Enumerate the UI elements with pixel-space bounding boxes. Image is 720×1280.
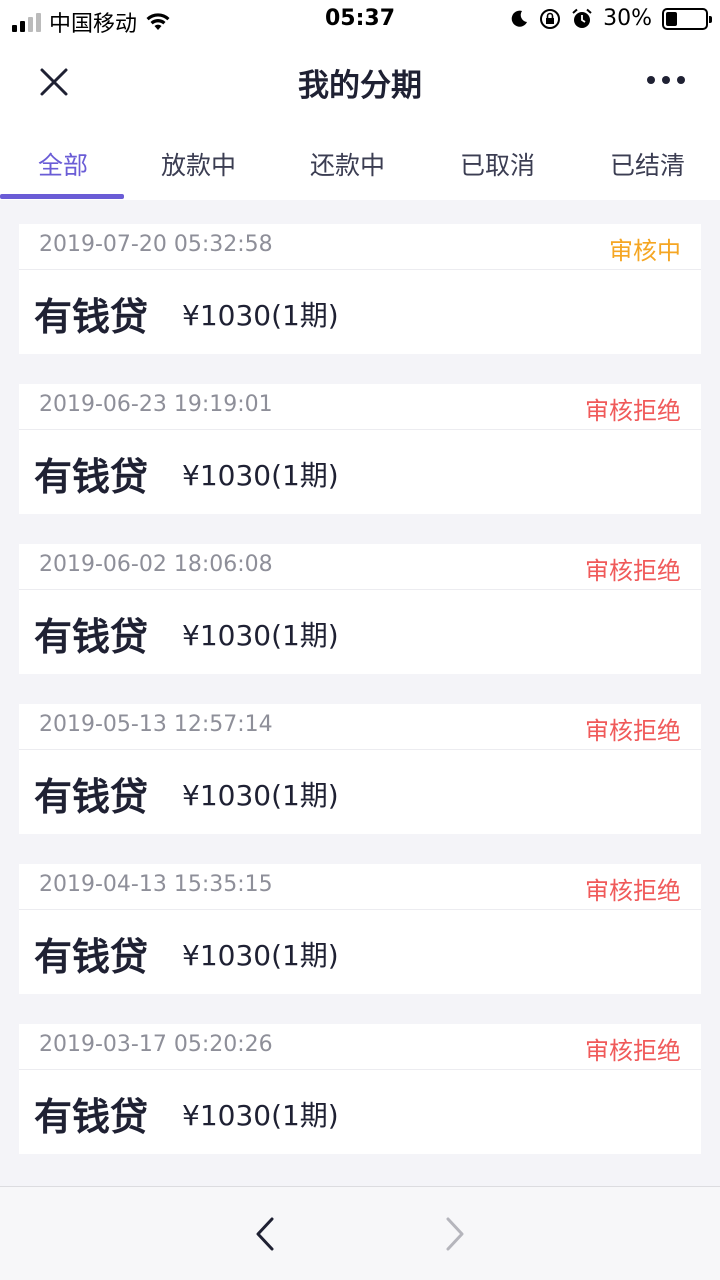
product-name: 有钱贷 [34, 935, 149, 979]
tab-cancelled[interactable]: 已取消 [460, 146, 535, 182]
orientation-lock-icon [540, 8, 561, 29]
more-icon[interactable] [642, 60, 690, 100]
loan-amount: ¥1030(1期) [182, 619, 339, 652]
order-date: 2019-04-13 15:35:15 [39, 872, 273, 897]
list-item[interactable]: 2019-04-13 15:35:15 审核拒绝 有钱贷 ¥1030(1期) [19, 864, 701, 994]
product-name: 有钱贷 [34, 1095, 149, 1139]
status-badge: 审核中 [609, 237, 681, 265]
list-item[interactable]: 2019-06-23 19:19:01 审核拒绝 有钱贷 ¥1030(1期) [19, 384, 701, 514]
card-header: 2019-04-13 15:35:15 审核拒绝 [19, 864, 701, 910]
loan-amount: ¥1030(1期) [182, 939, 339, 972]
battery-percent: 30% [603, 6, 652, 31]
status-badge: 审核拒绝 [585, 1037, 681, 1065]
status-badge: 审核拒绝 [585, 877, 681, 905]
active-tab-indicator [0, 194, 124, 199]
status-badge: 审核拒绝 [585, 557, 681, 585]
loan-amount: ¥1030(1期) [182, 459, 339, 492]
card-header: 2019-05-13 12:57:14 审核拒绝 [19, 704, 701, 750]
tab-disbursing[interactable]: 放款中 [161, 146, 236, 182]
product-name: 有钱贷 [34, 295, 149, 339]
tab-all[interactable]: 全部 [38, 146, 88, 182]
product-name: 有钱贷 [34, 455, 149, 499]
status-badge: 审核拒绝 [585, 717, 681, 745]
list-item[interactable]: 2019-06-02 18:06:08 审核拒绝 有钱贷 ¥1030(1期) [19, 544, 701, 674]
tab-repaying[interactable]: 还款中 [310, 146, 385, 182]
card-header: 2019-03-17 05:20:26 审核拒绝 [19, 1024, 701, 1070]
order-date: 2019-06-23 19:19:01 [39, 392, 273, 417]
loan-amount: ¥1030(1期) [182, 779, 339, 812]
order-date: 2019-07-20 05:32:58 [39, 232, 273, 257]
browser-bottom-bar [0, 1186, 720, 1280]
card-body: 有钱贷 ¥1030(1期) [19, 430, 701, 514]
page-title: 我的分期 [298, 68, 422, 104]
moon-icon [511, 10, 528, 27]
nav-bar: 我的分期 [0, 40, 720, 122]
loan-amount: ¥1030(1期) [182, 299, 339, 332]
status-right: 30% [509, 6, 712, 31]
order-date: 2019-05-13 12:57:14 [39, 712, 273, 737]
chevron-left-icon[interactable] [240, 1209, 290, 1259]
list-item[interactable]: 2019-03-17 05:20:26 审核拒绝 有钱贷 ¥1030(1期) [19, 1024, 701, 1154]
installment-list: 2019-07-20 05:32:58 审核中 有钱贷 ¥1030(1期) 20… [19, 224, 701, 1184]
list-item[interactable]: 2019-05-13 12:57:14 审核拒绝 有钱贷 ¥1030(1期) [19, 704, 701, 834]
loan-amount: ¥1030(1期) [182, 1099, 339, 1132]
product-name: 有钱贷 [34, 775, 149, 819]
card-header: 2019-06-02 18:06:08 审核拒绝 [19, 544, 701, 590]
product-name: 有钱贷 [34, 615, 149, 659]
card-body: 有钱贷 ¥1030(1期) [19, 750, 701, 834]
card-body: 有钱贷 ¥1030(1期) [19, 270, 701, 354]
status-badge: 审核拒绝 [585, 397, 681, 425]
card-body: 有钱贷 ¥1030(1期) [19, 1070, 701, 1154]
status-bar: 中国移动 05:37 30% [0, 0, 720, 40]
filter-tabs: 全部 放款中 还款中 已取消 已结清 [0, 122, 720, 200]
chevron-right-icon[interactable] [430, 1209, 480, 1259]
order-date: 2019-03-17 05:20:26 [39, 1032, 273, 1057]
tab-settled[interactable]: 已结清 [610, 146, 685, 182]
list-item[interactable]: 2019-07-20 05:32:58 审核中 有钱贷 ¥1030(1期) [19, 224, 701, 354]
card-body: 有钱贷 ¥1030(1期) [19, 590, 701, 674]
card-body: 有钱贷 ¥1030(1期) [19, 910, 701, 994]
card-header: 2019-06-23 19:19:01 审核拒绝 [19, 384, 701, 430]
order-date: 2019-06-02 18:06:08 [39, 552, 273, 577]
battery-icon [662, 7, 712, 30]
card-header: 2019-07-20 05:32:58 审核中 [19, 224, 701, 270]
alarm-icon [572, 8, 592, 28]
